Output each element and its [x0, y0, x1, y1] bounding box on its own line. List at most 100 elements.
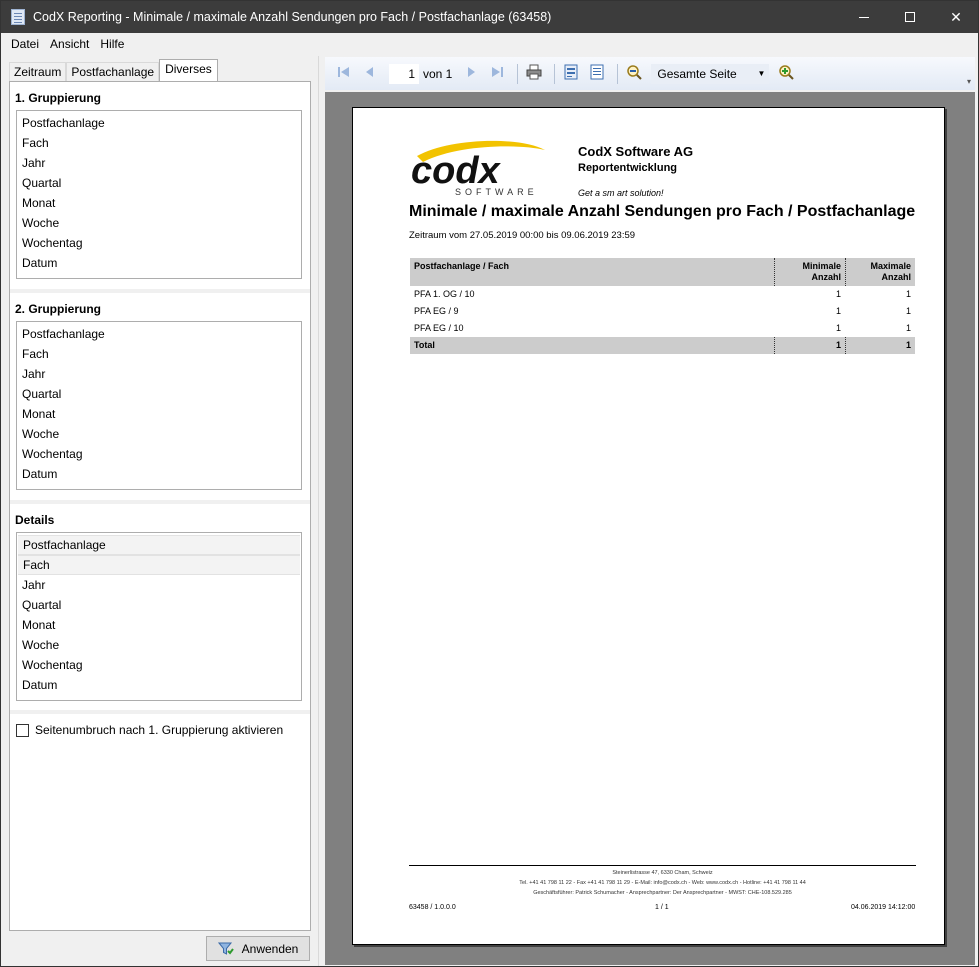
list-item[interactable]: Quartal — [17, 384, 301, 404]
list-item[interactable]: Woche — [17, 635, 301, 655]
title-bar[interactable]: CodX Reporting - Minimale / maximale Anz… — [1, 1, 978, 33]
cell-max: 1 — [905, 323, 911, 333]
list-item[interactable]: Monat — [17, 615, 301, 635]
list-item[interactable]: Jahr — [17, 575, 301, 595]
list-item[interactable]: Wochentag — [17, 655, 301, 675]
table-row: PFA EG / 10 1 1 — [410, 320, 915, 337]
options-panel: Zeitraum Postfachanlage Diverses 1. Grup… — [1, 56, 318, 966]
list-item[interactable]: Quartal — [17, 595, 301, 615]
company-block: CodX Software AG Reportentwicklung Get a… — [578, 144, 693, 198]
dropdown-arrow-icon: ▼ — [757, 69, 766, 78]
codx-logo: codx SOFTWARE — [409, 138, 554, 198]
list-item[interactable]: Postfachanlage — [17, 324, 301, 344]
tab-page-diverses: 1. Gruppierung Postfachanlage Fach Jahr … — [9, 81, 311, 931]
cell-max: 1 — [905, 289, 911, 299]
report-title: Minimale / maximale Anzahl Sendungen pro… — [409, 203, 916, 220]
logo-subtext: SOFTWARE — [455, 187, 538, 197]
group-divider — [10, 500, 310, 504]
list-item-selected[interactable]: Postfachanlage — [18, 535, 300, 555]
viewer-toolbar: 1 von 1 Gesamte Seite ▼ ▾ — [325, 57, 975, 90]
table-row: PFA EG / 9 1 1 — [410, 303, 915, 320]
apply-button[interactable]: Anwenden — [206, 936, 310, 961]
maximize-icon — [905, 12, 915, 22]
footer-divider — [409, 865, 916, 866]
header-postfachanlage: Postfachanlage / Fach — [414, 261, 510, 271]
next-page-button[interactable] — [460, 63, 482, 85]
list-item[interactable]: Jahr — [17, 364, 301, 384]
details-title: Details — [15, 513, 55, 527]
prev-page-icon — [363, 65, 377, 82]
zoom-out-button[interactable] — [623, 63, 645, 85]
footer-address: Steinerlistrasse 47, 6330 Cham, Schweiz — [612, 870, 713, 876]
company-slogan: Get a sm art solution! — [578, 188, 664, 198]
total-label: Total — [414, 340, 435, 350]
list-item[interactable]: Wochentag — [17, 233, 301, 253]
menu-hilfe[interactable]: Hilfe — [96, 37, 131, 51]
toolbar-separator — [617, 63, 619, 84]
list-item[interactable]: Monat — [17, 404, 301, 424]
print-button[interactable] — [523, 63, 545, 85]
toolbar-overflow-icon[interactable]: ▾ — [967, 77, 971, 86]
group-2-title: 2. Gruppierung — [15, 302, 102, 316]
list-item[interactable]: Woche — [17, 424, 301, 444]
toolbar-separator — [517, 63, 519, 84]
page-setup-icon — [589, 64, 605, 83]
list-item[interactable]: Quartal — [17, 173, 301, 193]
tab-postfachanlage[interactable]: Postfachanlage — [66, 62, 160, 82]
total-min: 1 — [774, 337, 845, 354]
group-1-listbox[interactable]: Postfachanlage Fach Jahr Quartal Monat W… — [16, 110, 302, 279]
last-page-icon — [490, 65, 504, 82]
export-button[interactable] — [560, 63, 582, 85]
page-break-option[interactable]: Seitenumbruch nach 1. Gruppierung aktivi… — [16, 723, 283, 737]
close-button[interactable]: ✕ — [933, 1, 979, 33]
list-item[interactable]: Postfachanlage — [17, 113, 301, 133]
cell-fach: PFA 1. OG / 10 — [414, 289, 475, 299]
list-item[interactable]: Woche — [17, 213, 301, 233]
list-item[interactable]: Datum — [17, 464, 301, 484]
details-listbox[interactable]: Postfachanlage Fach Jahr Quartal Monat W… — [16, 532, 302, 701]
group-divider — [10, 289, 310, 293]
list-item-selected[interactable]: Fach — [18, 555, 300, 575]
group-2-listbox[interactable]: Postfachanlage Fach Jahr Quartal Monat W… — [16, 321, 302, 490]
zoom-in-button[interactable] — [775, 63, 797, 85]
first-page-button[interactable] — [333, 63, 355, 85]
last-page-button[interactable] — [486, 63, 508, 85]
page-break-checkbox[interactable] — [16, 723, 29, 737]
list-item[interactable]: Wochentag — [17, 444, 301, 464]
tab-strip: Zeitraum Postfachanlage Diverses — [9, 59, 218, 83]
list-item[interactable]: Fach — [17, 344, 301, 364]
tab-zeitraum[interactable]: Zeitraum — [9, 62, 67, 82]
apply-button-label: Anwenden — [241, 941, 299, 956]
prev-page-button[interactable] — [359, 63, 381, 85]
zoom-in-icon — [778, 64, 795, 83]
page-number-input[interactable]: 1 — [389, 63, 419, 84]
logo-text: codx — [411, 150, 502, 192]
export-icon — [563, 64, 579, 83]
menu-datei[interactable]: Datei — [1, 37, 46, 51]
header-max: Maximale Anzahl — [845, 258, 915, 286]
toolbar-separator — [554, 63, 556, 84]
menu-bar: Datei Ansicht Hilfe — [1, 33, 978, 54]
page-setup-button[interactable] — [586, 63, 608, 85]
list-item[interactable]: Datum — [17, 675, 301, 695]
panel-splitter[interactable] — [318, 56, 324, 966]
menu-ansicht[interactable]: Ansicht — [46, 37, 96, 51]
zoom-select[interactable]: Gesamte Seite ▼ — [651, 63, 770, 84]
tab-diverses[interactable]: Diverses — [159, 59, 218, 83]
app-icon — [11, 9, 25, 25]
list-item[interactable]: Jahr — [17, 153, 301, 173]
minimize-button[interactable] — [841, 1, 887, 33]
list-item[interactable]: Monat — [17, 193, 301, 213]
list-item[interactable]: Datum — [17, 253, 301, 273]
filter-icon — [217, 942, 234, 956]
footer-timestamp: 04.06.2019 14:12:00 — [851, 904, 916, 911]
page-count-label: von 1 — [423, 66, 453, 81]
close-icon: ✕ — [950, 8, 962, 25]
next-page-icon — [464, 65, 478, 82]
maximize-button[interactable] — [887, 1, 933, 33]
company-name: CodX Software AG — [578, 144, 694, 159]
list-item[interactable]: Fach — [17, 133, 301, 153]
report-viewer: 1 von 1 Gesamte Seite ▼ ▾ codx SOFTWARE … — [325, 57, 975, 965]
header-min: Minimale Anzahl — [774, 258, 845, 286]
report-canvas[interactable]: codx SOFTWARE CodX Software AG Reportent… — [325, 92, 975, 965]
